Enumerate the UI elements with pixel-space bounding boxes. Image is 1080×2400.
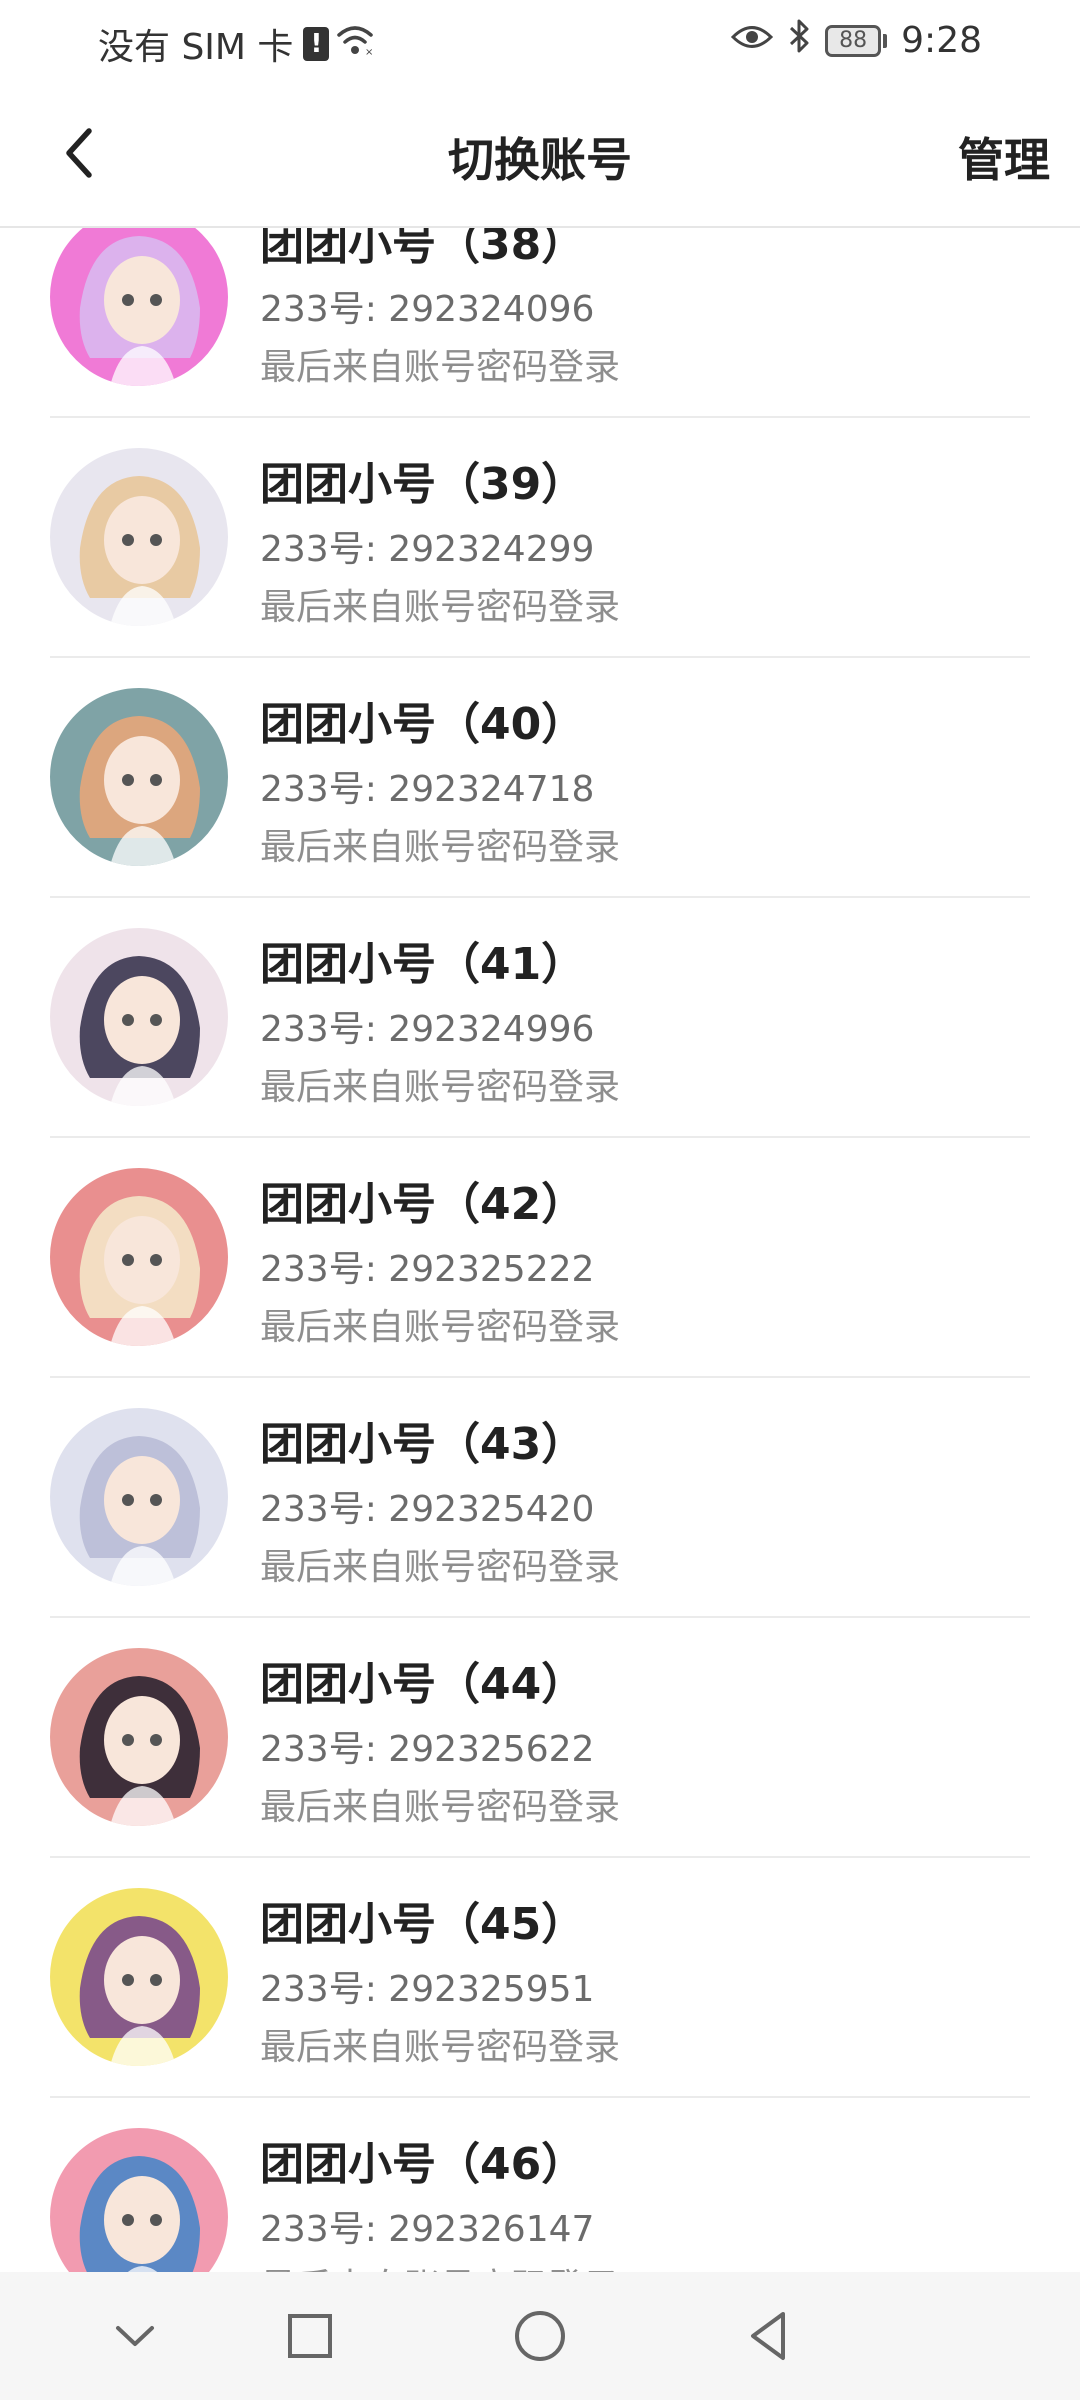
login-source: 最后来自账号密码登录	[260, 827, 621, 868]
account-id: 233号: 292324718	[260, 769, 595, 810]
wifi-icon: ×	[335, 23, 375, 66]
battery-level: 88	[825, 24, 882, 57]
avatar	[50, 1648, 228, 1826]
login-source: 最后来自账号密码登录	[260, 1067, 621, 1108]
clock-time: 9:28	[901, 20, 982, 61]
account-id: 233号: 292325420	[260, 1489, 595, 1530]
account-name: 团团小号（45）	[260, 1899, 586, 1950]
account-name: 团团小号（46）	[260, 2139, 586, 2190]
recents-square-icon	[288, 2314, 332, 2358]
account-name: 团团小号（40）	[260, 699, 586, 750]
account-list-item[interactable]: 团团小号（40） 233号: 292324718 最后来自账号密码登录	[50, 658, 1030, 898]
bluetooth-icon	[787, 18, 811, 63]
account-id: 233号: 292324096	[260, 289, 595, 330]
login-source: 最后来自账号密码登录	[260, 2258, 620, 2272]
status-right: 88 9:28	[731, 18, 982, 63]
account-list-item[interactable]: 团团小号（45） 233号: 292325951 最后来自账号密码登录	[50, 1858, 1030, 2098]
account-list-item[interactable]: 团团小号（42） 233号: 292325222 最后来自账号密码登录	[50, 1138, 1030, 1378]
nav-back-button[interactable]	[728, 2296, 808, 2376]
account-list: 团团小号（38） 233号: 292324096 最后来自账号密码登录 团团小号…	[0, 228, 1080, 2272]
manage-button[interactable]: 管理	[958, 124, 1050, 190]
collapse-chevron-icon	[116, 2326, 154, 2346]
avatar	[50, 228, 228, 386]
status-left: 没有 SIM 卡 ! ×	[98, 18, 375, 70]
login-source: 最后来自账号密码登录	[260, 2027, 621, 2068]
login-source: 最后来自账号密码登录	[260, 587, 621, 628]
account-name: 团团小号（43）	[260, 1419, 586, 1470]
login-source: 最后来自账号密码登录	[260, 347, 621, 388]
header: 切换账号 管理	[0, 80, 1080, 228]
avatar	[50, 1408, 228, 1586]
account-id: 233号: 292324299	[260, 529, 595, 570]
account-name: 团团小号（44）	[260, 1659, 586, 1710]
battery-icon: 88	[825, 24, 888, 57]
login-source: 最后来自账号密码登录	[260, 1547, 621, 1588]
back-triangle-icon	[751, 2312, 785, 2360]
recents-button[interactable]	[270, 2296, 350, 2376]
account-name: 团团小号（41）	[260, 939, 586, 990]
avatar	[50, 688, 228, 866]
page-title: 切换账号	[448, 133, 632, 187]
eye-icon	[731, 20, 774, 61]
account-list-item[interactable]: 团团小号（39） 233号: 292324299 最后来自账号密码登录	[50, 418, 1030, 658]
account-name: 团团小号（38）	[260, 228, 586, 270]
status-bar: 没有 SIM 卡 ! × 88 9:28	[0, 0, 1080, 80]
account-list-viewport[interactable]: 团团小号（38） 233号: 292324096 最后来自账号密码登录 团团小号…	[0, 228, 1080, 2272]
account-id: 233号: 292324996	[260, 1009, 595, 1050]
home-button[interactable]	[500, 2296, 580, 2376]
account-id: 233号: 292326147	[260, 2209, 595, 2250]
navigation-bar	[0, 2272, 1080, 2400]
account-id: 233号: 292325622	[260, 1729, 595, 1770]
account-list-item[interactable]: 团团小号（38） 233号: 292324096 最后来自账号密码登录	[50, 228, 1030, 418]
avatar	[50, 448, 228, 626]
carrier-text: 没有 SIM 卡	[98, 27, 294, 68]
collapse-button[interactable]	[95, 2296, 175, 2376]
avatar	[50, 1888, 228, 2066]
sim-alert-icon: !	[303, 27, 330, 61]
avatar	[50, 928, 228, 1106]
account-id: 233号: 292325222	[260, 1249, 595, 1290]
account-name: 团团小号（42）	[260, 1179, 586, 1230]
avatar	[50, 1168, 228, 1346]
avatar	[50, 2128, 228, 2272]
login-source: 最后来自账号密码登录	[260, 1307, 621, 1348]
account-name: 团团小号（39）	[260, 459, 586, 510]
svg-text:×: ×	[365, 47, 373, 57]
account-list-item[interactable]: 团团小号（41） 233号: 292324996 最后来自账号密码登录	[50, 898, 1030, 1138]
login-source: 最后来自账号密码登录	[260, 1787, 621, 1828]
account-list-item[interactable]: 团团小号（44） 233号: 292325622 最后来自账号密码登录	[50, 1618, 1030, 1858]
account-id: 233号: 292325951	[260, 1969, 595, 2010]
account-list-item[interactable]: 团团小号（46） 233号: 292326147 最后来自账号密码登录	[50, 2098, 1030, 2272]
account-list-item[interactable]: 团团小号（43） 233号: 292325420 最后来自账号密码登录	[50, 1378, 1030, 1618]
home-circle-icon	[515, 2311, 565, 2361]
